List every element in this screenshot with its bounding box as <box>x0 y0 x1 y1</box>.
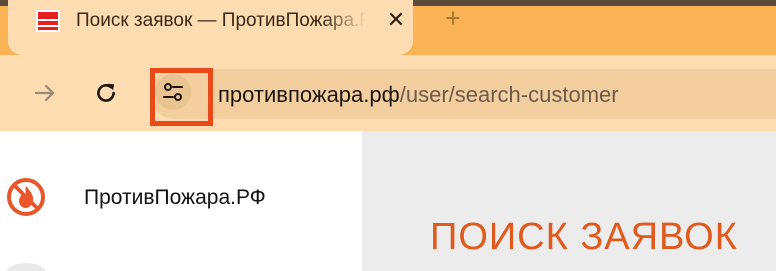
page-content: ПротивПожара.РФ ПОИСК ЗАЯВОК <box>0 131 776 271</box>
active-tab[interactable]: Поиск заявок — ПротивПожара.РФ ✕ <box>8 0 413 55</box>
reload-icon <box>97 83 115 102</box>
browser-toolbar: противпожара.рф/user/search-customer <box>0 55 776 131</box>
tab-strip: Поиск заявок — ПротивПожара.РФ ✕ + <box>0 0 776 55</box>
tab-title: Поиск заявок — ПротивПожара.РФ <box>76 10 366 31</box>
annotation-highlight <box>150 68 213 126</box>
sidebar: ПротивПожара.РФ <box>0 131 362 271</box>
new-tab-icon[interactable]: + <box>440 5 466 31</box>
url-host: противпожара.рф <box>218 82 400 107</box>
url-text[interactable]: противпожара.рф/user/search-customer <box>218 82 619 108</box>
page-title: ПОИСК ЗАЯВОК <box>430 216 738 258</box>
reload-button[interactable] <box>88 75 124 111</box>
close-tab-icon[interactable]: ✕ <box>384 8 408 32</box>
fire-ban-icon[interactable] <box>6 177 46 217</box>
main-area: ПОИСК ЗАЯВОК <box>362 131 776 271</box>
arrow-right-icon <box>34 84 55 102</box>
url-path: /user/search-customer <box>399 82 619 107</box>
favicon-icon <box>36 10 60 32</box>
browser-window: Поиск заявок — ПротивПожара.РФ ✕ + проти… <box>0 0 776 271</box>
forward-button[interactable] <box>27 75 63 111</box>
sidebar-next-item <box>6 263 46 271</box>
brand-name[interactable]: ПротивПожара.РФ <box>84 186 266 210</box>
